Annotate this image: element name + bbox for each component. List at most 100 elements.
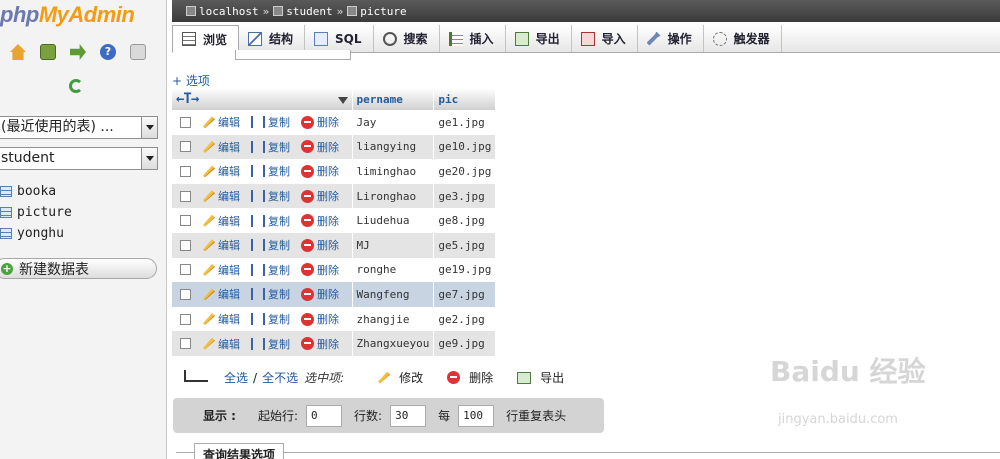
copy-link[interactable]: 复制	[268, 262, 290, 278]
column-arrows-icon[interactable]: ←T→	[176, 91, 199, 107]
home-icon[interactable]	[10, 44, 26, 60]
partial-select-box[interactable]	[235, 50, 351, 60]
delete-icon[interactable]	[301, 140, 314, 154]
edit-icon[interactable]	[203, 313, 215, 326]
delete-link[interactable]: 删除	[317, 336, 339, 352]
tab-operations[interactable]: 操作	[638, 25, 704, 52]
copy-link[interactable]: 复制	[268, 311, 290, 327]
cell-pername[interactable]: Lironghao	[352, 183, 435, 209]
cell-pic[interactable]: ge3.jpg	[433, 183, 497, 209]
delete-link[interactable]: 删除	[317, 237, 339, 253]
delete-link[interactable]: 删除	[317, 114, 339, 130]
delete-icon[interactable]	[301, 337, 314, 351]
database-select[interactable]: student	[0, 147, 158, 170]
edit-link[interactable]: 编辑	[218, 139, 240, 155]
cell-pername[interactable]: MJ	[352, 232, 435, 258]
row-checkbox[interactable]	[180, 215, 191, 227]
copy-icon[interactable]	[251, 190, 265, 203]
query-window-icon[interactable]	[70, 44, 86, 60]
table-icon[interactable]	[0, 228, 12, 239]
sql-icon[interactable]	[314, 31, 329, 46]
tab-structure[interactable]: 结构	[239, 25, 306, 52]
delete-icon[interactable]	[301, 263, 314, 277]
help-icon[interactable]: ?	[100, 44, 116, 60]
cell-pername[interactable]: liangying	[352, 134, 435, 160]
table-row[interactable]: 编辑 复制 删除 Jay ge1.jpg	[172, 110, 497, 135]
delete-link[interactable]: 删除	[317, 188, 339, 204]
tab-import[interactable]: 导入	[572, 25, 638, 52]
tab-export[interactable]: 导出	[506, 25, 572, 52]
copy-icon[interactable]	[251, 116, 265, 129]
export-icon[interactable]	[517, 371, 532, 384]
cell-pername[interactable]: zhangjie	[352, 306, 435, 332]
breadcrumb-database[interactable]: student	[286, 5, 332, 18]
edit-link[interactable]: 编辑	[218, 163, 240, 179]
phpmyadmin-logo[interactable]: phpMyAdmin	[0, 2, 135, 28]
table-icon[interactable]	[0, 186, 12, 197]
edit-icon[interactable]	[378, 371, 391, 384]
delete-icon[interactable]	[301, 312, 314, 326]
chevron-down-icon[interactable]	[141, 117, 157, 138]
copy-icon[interactable]	[251, 140, 265, 153]
table-item-yonghu[interactable]: yonghu	[0, 223, 72, 244]
delete-link[interactable]: 删除	[317, 286, 339, 302]
edit-link[interactable]: 编辑	[218, 237, 240, 253]
table-item-picture[interactable]: picture	[0, 202, 72, 223]
cell-pic[interactable]: ge9.jpg	[433, 331, 497, 356]
import-icon[interactable]	[580, 31, 595, 46]
tab-triggers[interactable]: 触发器	[704, 25, 782, 52]
cell-pic[interactable]: ge10.jpg	[433, 134, 497, 160]
table-icon[interactable]	[0, 207, 12, 218]
sort-arrow-icon[interactable]	[337, 97, 348, 104]
copy-link[interactable]: 复制	[268, 237, 290, 253]
copy-icon[interactable]	[251, 313, 265, 326]
edit-link[interactable]: 编辑	[218, 311, 240, 327]
tab-sql[interactable]: SQL	[305, 25, 374, 52]
cell-pic[interactable]: ge1.jpg	[433, 110, 497, 135]
delete-icon[interactable]	[301, 287, 314, 301]
copy-link[interactable]: 复制	[268, 163, 290, 179]
export-icon[interactable]	[514, 31, 529, 46]
cell-pic[interactable]: ge5.jpg	[433, 232, 497, 258]
edit-icon[interactable]	[203, 214, 215, 227]
cell-pic[interactable]: ge20.jpg	[433, 159, 497, 184]
edit-icon[interactable]	[203, 337, 215, 350]
row-checkbox[interactable]	[180, 239, 191, 251]
new-table-button[interactable]: + 新建数据表	[0, 258, 157, 279]
delete-link[interactable]: 删除	[317, 163, 339, 179]
edit-link[interactable]: 编辑	[218, 114, 240, 130]
edit-link[interactable]: 编辑	[218, 262, 240, 278]
edit-icon[interactable]	[203, 140, 215, 153]
copy-icon[interactable]	[251, 288, 265, 301]
edit-icon[interactable]	[203, 190, 215, 203]
select-all-link[interactable]: 全选	[224, 369, 248, 386]
edit-icon[interactable]	[203, 288, 215, 301]
table-row[interactable]: 编辑 复制 删除 Wangfeng ge7.jpg	[172, 282, 497, 307]
reload-icon[interactable]	[69, 79, 83, 93]
table-row[interactable]: 编辑 复制 删除 liminghao ge20.jpg	[172, 159, 497, 184]
cell-pic[interactable]: ge8.jpg	[433, 208, 497, 233]
copy-link[interactable]: 复制	[268, 213, 290, 229]
copy-link[interactable]: 复制	[268, 114, 290, 130]
delete-icon[interactable]	[301, 164, 314, 178]
edit-icon[interactable]	[203, 116, 215, 129]
column-header-pic[interactable]: pic	[433, 88, 497, 110]
row-checkbox[interactable]	[180, 116, 191, 128]
edit-link[interactable]: 编辑	[218, 286, 240, 302]
options-link[interactable]: + 选项	[172, 72, 210, 89]
start-row-input[interactable]: 0	[306, 404, 343, 427]
table-row[interactable]: 编辑 复制 删除 ronghe ge19.jpg	[172, 257, 497, 283]
copy-link[interactable]: 复制	[268, 286, 290, 302]
tab-browse[interactable]: 浏览	[172, 25, 240, 53]
copy-link[interactable]: 复制	[268, 188, 290, 204]
wrench-icon[interactable]	[646, 31, 661, 46]
delete-link[interactable]: 删除	[317, 213, 339, 229]
cell-pic[interactable]: ge7.jpg	[433, 282, 497, 307]
table-item-booka[interactable]: booka	[0, 181, 72, 202]
delete-link[interactable]: 删除	[317, 139, 339, 155]
delete-link[interactable]: 删除	[317, 311, 339, 327]
structure-icon[interactable]	[248, 31, 263, 46]
row-checkbox[interactable]	[180, 264, 191, 276]
row-checkbox[interactable]	[180, 313, 191, 325]
copy-link[interactable]: 复制	[268, 336, 290, 352]
